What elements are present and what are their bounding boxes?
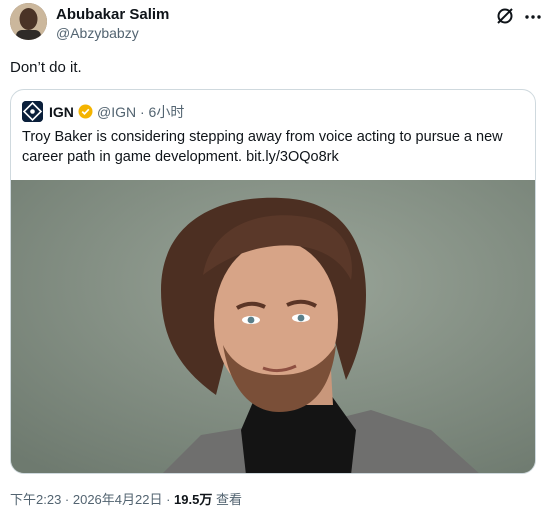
quoted-image[interactable] [11, 180, 535, 473]
quoted-tweet-text: Troy Baker is considering stepping away … [22, 129, 503, 165]
ign-logo-icon [22, 101, 43, 122]
verified-badge-icon [78, 104, 93, 119]
view-count: 19.5万 [174, 492, 213, 507]
quoted-tweet[interactable]: IGN @IGN · 6小时 Troy Baker is considering… [10, 89, 536, 474]
quoted-author-name[interactable]: IGN [49, 104, 74, 120]
quoted-handle-time[interactable]: @IGN · 6小时 [97, 104, 184, 120]
views-label: 查看 [212, 492, 242, 507]
tweet-footer: 下午2:23 · 2026年4月22日 · 19.5万 查看 [10, 492, 242, 508]
more-options-icon[interactable] [522, 6, 544, 28]
grok-icon[interactable] [494, 5, 516, 27]
author-name[interactable]: Abubakar Salim [56, 6, 169, 24]
author-avatar[interactable] [10, 3, 47, 40]
tweet-timestamp[interactable]: 下午2:23 · 2026年4月22日 · [10, 492, 174, 507]
tweet-text: Don’t do it. [10, 59, 82, 76]
author-handle[interactable]: @Abzybabzy [56, 25, 139, 42]
